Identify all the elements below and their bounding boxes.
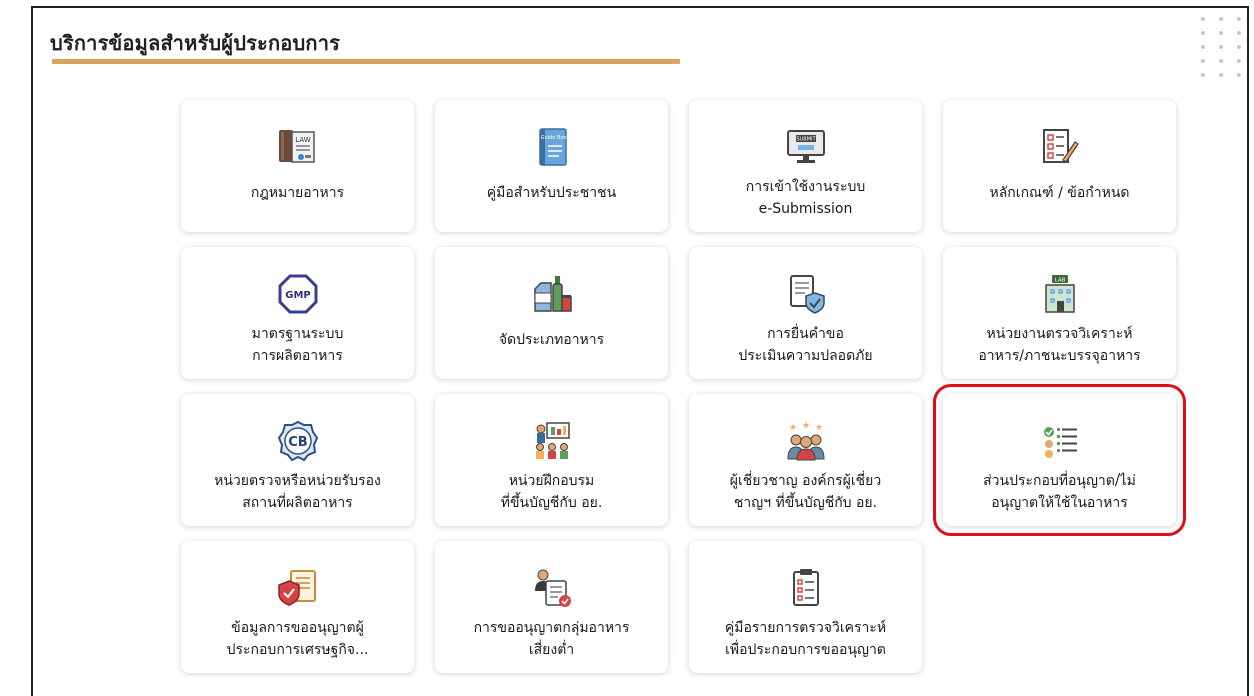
card-food-law[interactable]: LAW กฎหมายอาหาร	[181, 100, 414, 232]
card-public-guide[interactable]: Guide Book คู่มือสำหรับประชาชน	[435, 100, 668, 232]
card-food-classification[interactable]: จัดประเภทอาหาร	[435, 247, 668, 379]
card-label-line1: หน่วยฝึกอบรม	[508, 473, 595, 489]
card-label: จัดประเภทอาหาร	[499, 329, 604, 351]
training-presentation-icon	[531, 420, 573, 462]
decorative-dot-pattern	[1198, 14, 1248, 94]
ingredient-checklist-icon	[1039, 420, 1081, 462]
card-label-line1: ผู้เชี่ยวชาญ องค์กรผู้เชี่ยว	[729, 473, 882, 489]
card-label: การขออนุญาตกลุ่มอาหาร เสี่ยงต่ำ	[474, 617, 630, 661]
svg-text:Guide Book: Guide Book	[540, 135, 569, 141]
card-label-line2: ประเมินความปลอดภัย	[738, 348, 873, 364]
law-book-icon: LAW	[277, 126, 319, 168]
document-shield-red-icon	[277, 567, 319, 609]
card-testing-list-guide[interactable]: คู่มือรายการตรวจวิเคราะห์ เพื่อประกอบการ…	[689, 541, 922, 673]
card-label: หลักเกณฑ์ / ข้อกำหนด	[990, 182, 1130, 204]
card-label: ส่วนประกอบที่อนุญาต/ไม่ อนุญาตให้ใช้ในอา…	[983, 470, 1136, 514]
svg-text:LAB: LAB	[1054, 278, 1065, 284]
svg-text:LAW: LAW	[295, 136, 310, 144]
card-label-line2: ที่ขึ้นบัญชีกับ อย.	[500, 495, 603, 511]
card-permitted-ingredients[interactable]: ส่วนประกอบที่อนุญาต/ไม่ อนุญาตให้ใช้ในอา…	[933, 384, 1186, 536]
title-underline	[52, 59, 680, 64]
card-label: การเข้าใช้งานระบบ e-Submission	[746, 176, 866, 220]
experts-stars-icon: ★ ★ ★	[785, 420, 827, 462]
card-e-submission[interactable]: SUBMIT การเข้าใช้งานระบบ e-Submission	[689, 100, 922, 232]
card-label-line2: สถานที่ผลิตอาหาร	[242, 495, 353, 511]
card-label-line1: หน่วยงานตรวจวิเคราะห์	[986, 326, 1133, 342]
card-label-line1: หลักเกณฑ์ / ข้อกำหนด	[989, 185, 1130, 201]
card-label: คู่มือสำหรับประชาชน	[487, 182, 616, 204]
card-label-line1: จัดประเภทอาหาร	[498, 332, 605, 348]
svg-text:SUBMIT: SUBMIT	[796, 137, 816, 143]
gmp-badge-icon: GMP	[277, 273, 319, 315]
monitor-submit-icon: SUBMIT	[785, 126, 827, 168]
lab-building-icon: LAB	[1039, 273, 1081, 315]
card-label: คู่มือรายการตรวจวิเคราะห์ เพื่อประกอบการ…	[725, 617, 886, 661]
card-criteria[interactable]: หลักเกณฑ์ / ข้อกำหนด	[943, 100, 1176, 232]
card-label-line1: การยื่นคำขอ	[767, 326, 844, 342]
svg-text:CB: CB	[288, 435, 307, 450]
svg-text:★: ★	[801, 421, 809, 431]
card-label-line1: คู่มือสำหรับประชาชน	[486, 185, 617, 201]
card-label-line2: e-Submission	[758, 201, 853, 217]
card-label: หน่วยตรวจหรือหน่วยรับรอง สถานที่ผลิตอาหา…	[214, 470, 381, 514]
card-label-line2: เสี่ยงต่ำ	[528, 642, 575, 658]
card-label: มาตรฐานระบบ การผลิตอาหาร	[252, 323, 344, 367]
card-label: กฎหมายอาหาร	[251, 182, 344, 204]
card-label: การยื่นคำขอ ประเมินความปลอดภัย	[738, 323, 872, 367]
card-label-line1: มาตรฐานระบบ	[251, 326, 344, 342]
card-label-line1: หน่วยตรวจหรือหน่วยรับรอง	[214, 473, 381, 489]
guide-book-icon: Guide Book	[531, 126, 573, 168]
card-label-line2: การผลิตอาหาร	[252, 348, 343, 364]
card-label: หน่วยฝึกอบรม ที่ขึ้นบัญชีกับ อย.	[501, 470, 603, 514]
card-label: ผู้เชี่ยวชาญ องค์กรผู้เชี่ยว ชาญฯ ที่ขึ้…	[730, 470, 881, 514]
food-products-icon	[531, 273, 573, 315]
card-label: ข้อมูลการขออนุญาตผู้ ประกอบการเศรษฐกิจ..…	[227, 617, 369, 661]
card-label-line1: ข้อมูลการขออนุญาตผู้	[231, 620, 364, 636]
card-label: หน่วยงานตรวจวิเคราะห์ อาหาร/ภาชนะบรรจุอา…	[978, 323, 1140, 367]
card-label-line2: เพื่อประกอบการขออนุญาต	[725, 642, 886, 658]
clipboard-list-icon	[785, 567, 827, 609]
svg-text:★: ★	[814, 423, 822, 433]
card-label-line1: ส่วนประกอบที่อนุญาต/ไม่	[983, 473, 1136, 489]
page-title: บริการข้อมูลสำหรับผู้ประกอบการ	[50, 31, 341, 55]
document-shield-icon	[785, 273, 827, 315]
svg-text:★: ★	[788, 423, 796, 433]
card-label-line1: การเข้าใช้งานระบบ	[745, 179, 866, 195]
card-low-risk-food-license[interactable]: การขออนุญาตกลุ่มอาหาร เสี่ยงต่ำ	[435, 541, 668, 673]
card-production-standard[interactable]: GMP มาตรฐานระบบ การผลิตอาหาร	[181, 247, 414, 379]
card-label-line2: ประกอบการเศรษฐกิจ...	[226, 642, 369, 658]
card-label-line1: กฎหมายอาหาร	[250, 185, 345, 201]
service-card-grid: LAW กฎหมายอาหาร Guide Book คู่มือสำหรับป…	[181, 100, 1186, 673]
card-economic-operator-license[interactable]: ข้อมูลการขออนุญาตผู้ ประกอบการเศรษฐกิจ..…	[181, 541, 414, 673]
card-label-line1: การขออนุญาตกลุ่มอาหาร	[473, 620, 630, 636]
card-safety-assessment[interactable]: การยื่นคำขอ ประเมินความปลอดภัย	[689, 247, 922, 379]
checklist-pen-icon	[1039, 126, 1081, 168]
card-experts[interactable]: ★ ★ ★ ผู้เชี่ยวชาญ องค์กรผู้เชี่ยว ชาญฯ …	[689, 394, 922, 526]
card-training-units[interactable]: หน่วยฝึกอบรม ที่ขึ้นบัญชีกับ อย.	[435, 394, 668, 526]
svg-text:GMP: GMP	[285, 290, 311, 301]
cb-badge-icon: CB	[277, 420, 319, 462]
person-checklist-icon	[531, 567, 573, 609]
card-label-line1: คู่มือรายการตรวจวิเคราะห์	[724, 620, 887, 636]
card-label-line2: ชาญฯ ที่ขึ้นบัญชีกับ อย.	[733, 495, 878, 511]
card-certification-body[interactable]: CB หน่วยตรวจหรือหน่วยรับรอง สถานที่ผลิตอ…	[181, 394, 414, 526]
card-label-line2: อนุญาตให้ใช้ในอาหาร	[991, 495, 1128, 511]
card-label-line2: อาหาร/ภาชนะบรรจุอาหาร	[978, 348, 1141, 364]
card-testing-labs[interactable]: LAB หน่วยงานตรวจวิเคราะห์ อาหาร/ภาชนะบรร…	[943, 247, 1176, 379]
